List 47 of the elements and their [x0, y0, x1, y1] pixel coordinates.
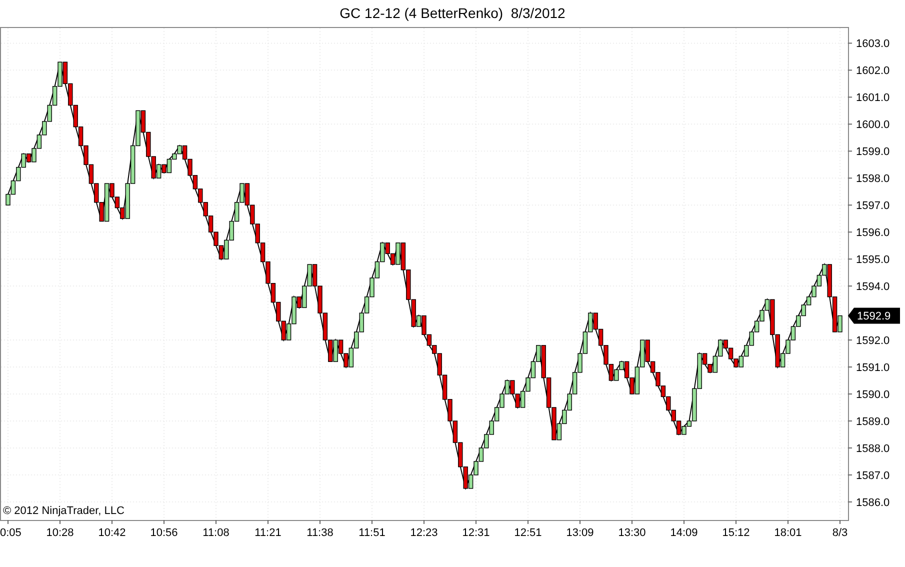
- y-axis-label: 1590.0: [856, 388, 890, 401]
- down-brick: [26, 153, 32, 162]
- x-axis-label: 15:12: [722, 527, 750, 539]
- down-brick: [162, 164, 166, 174]
- y-axis-label: 1603.0: [856, 38, 890, 50]
- x-axis-label: 11:51: [358, 527, 386, 539]
- up-brick: [416, 315, 422, 327]
- up-brick: [838, 315, 842, 332]
- y-axis-label: 1594.0: [856, 281, 890, 294]
- y-axis-label: 1602.0: [856, 65, 890, 78]
- chart-title: GC 12-12 (4 BetterRenko) 8/3/2012: [338, 4, 566, 23]
- up-brick: [396, 242, 400, 265]
- x-axis-label: 10:56: [150, 527, 178, 539]
- down-brick: [296, 296, 302, 308]
- up-brick: [333, 340, 338, 362]
- x-axis-label: 12:23: [410, 527, 438, 539]
- x-axis-label: 13:09: [566, 527, 594, 539]
- copyright-text: © 2012 NinjaTrader, LLC: [3, 505, 124, 517]
- x-axis-label: 12:51: [514, 527, 542, 539]
- y-axis-label: 1600.0: [856, 119, 890, 132]
- y-axis-label: 1601.0: [856, 92, 890, 104]
- y-axis-label: 1595.0: [856, 254, 890, 266]
- x-axis-label: 18:01: [774, 527, 802, 539]
- y-axis-label: 1596.0: [856, 227, 890, 240]
- y-axis-label: 1599.0: [856, 146, 890, 158]
- y-axis-label: 1597.0: [856, 200, 890, 212]
- x-axis-label: 0:05: [0, 527, 22, 539]
- y-axis-label: 1586.0: [856, 496, 890, 509]
- x-axis-label: 11:21: [254, 527, 282, 539]
- y-axis-label: 1598.0: [856, 173, 890, 186]
- y-axis-label: 1589.0: [856, 416, 890, 428]
- y-axis-label: 1591.0: [856, 362, 890, 374]
- x-axis-label: 10:28: [46, 527, 74, 539]
- y-axis-label: 1592.0: [856, 335, 890, 348]
- x-axis-label: 10:42: [98, 527, 126, 539]
- y-axis-label: 1588.0: [856, 442, 890, 455]
- last-price-label: 1592.9: [857, 310, 891, 323]
- x-axis-label: 8/3: [832, 527, 848, 539]
- price-tag: [848, 308, 900, 324]
- up-brick: [104, 183, 110, 222]
- y-axis-label: 1587.0: [856, 470, 890, 482]
- x-axis-label: 12:31: [462, 527, 490, 539]
- x-axis-label: 11:38: [306, 527, 334, 539]
- x-axis-label: 11:08: [202, 527, 230, 539]
- x-axis-label: 14:09: [670, 527, 698, 539]
- up-brick: [156, 164, 162, 178]
- x-axis-label: 13:30: [618, 527, 646, 539]
